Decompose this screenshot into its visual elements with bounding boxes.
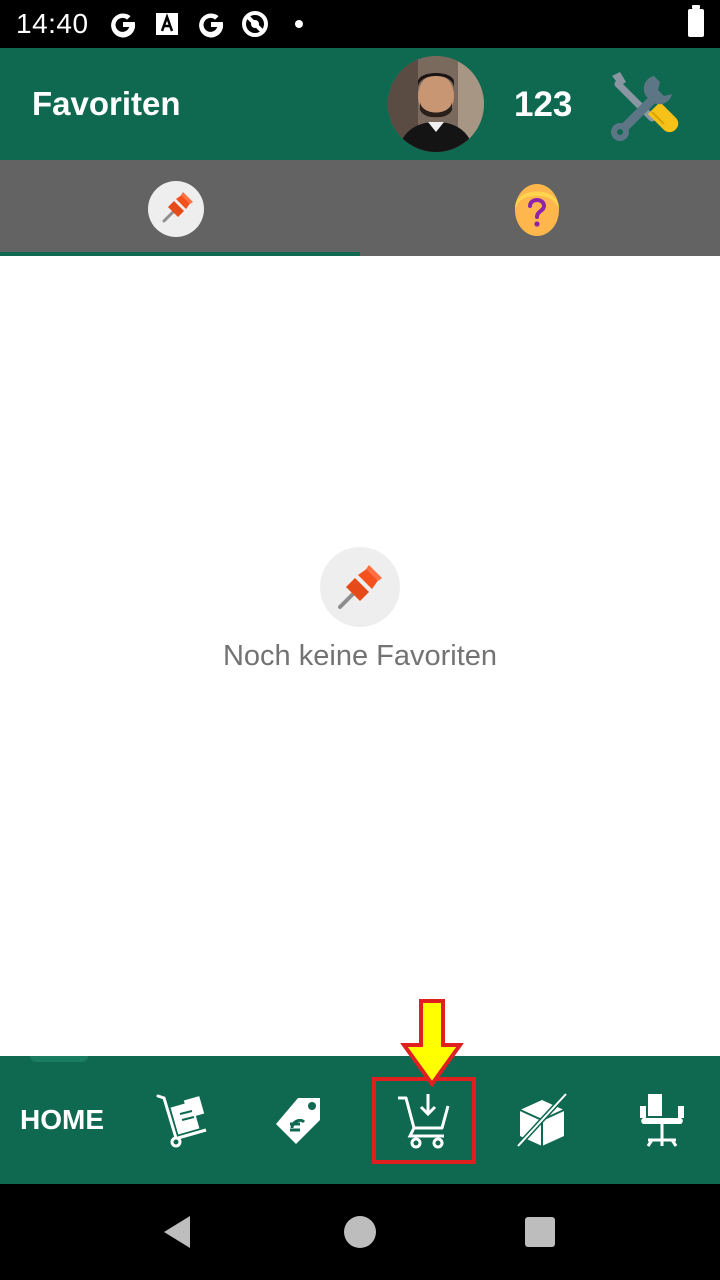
- battery-icon: [688, 5, 704, 37]
- google-icon: [199, 13, 224, 38]
- dot-icon: [295, 20, 303, 28]
- empty-state-text: Noch keine Favoriten: [222, 640, 498, 672]
- nav-home-button[interactable]: HOME: [20, 1104, 104, 1136]
- price-tag-icon[interactable]: [268, 1088, 332, 1152]
- highlight-box: [372, 1077, 476, 1164]
- tab-bar: [0, 160, 720, 256]
- google-icon: [111, 13, 136, 38]
- tab-favorites[interactable]: [0, 160, 360, 256]
- status-time: 14:40: [16, 8, 89, 39]
- box-crossed-icon[interactable]: [510, 1088, 574, 1152]
- bottom-nav: HOME: [0, 1056, 720, 1184]
- points-count: 123: [514, 85, 573, 124]
- tab-favorites-icon-bg: [148, 181, 204, 237]
- empty-state-icon-bg: [320, 547, 400, 627]
- app-bar: Favoriten 123: [0, 48, 720, 160]
- arrow-down-icon: [400, 999, 464, 1088]
- question-person-icon: [515, 184, 559, 236]
- avatar-photo: [388, 56, 484, 152]
- text-icon: [156, 13, 178, 35]
- office-chair-icon[interactable]: [630, 1088, 694, 1152]
- tools-icon[interactable]: [598, 64, 680, 146]
- nav-home-indicator: [30, 1056, 88, 1062]
- pushpin-icon: [162, 192, 193, 223]
- recent-apps-icon[interactable]: [525, 1217, 555, 1247]
- page-title: Favoriten: [32, 85, 181, 122]
- home-icon[interactable]: [344, 1216, 376, 1248]
- favorites-content: Noch keine Favoriten: [0, 256, 720, 1056]
- pushpin-icon: [338, 565, 382, 609]
- back-icon[interactable]: [160, 1214, 196, 1250]
- hand-truck-icon[interactable]: [150, 1088, 214, 1152]
- status-bar: 14:40: [0, 0, 720, 48]
- tab-questions[interactable]: [360, 160, 720, 256]
- system-nav-bar: [0, 1184, 720, 1280]
- avatar[interactable]: [388, 56, 484, 152]
- blocked-icon: [242, 11, 268, 37]
